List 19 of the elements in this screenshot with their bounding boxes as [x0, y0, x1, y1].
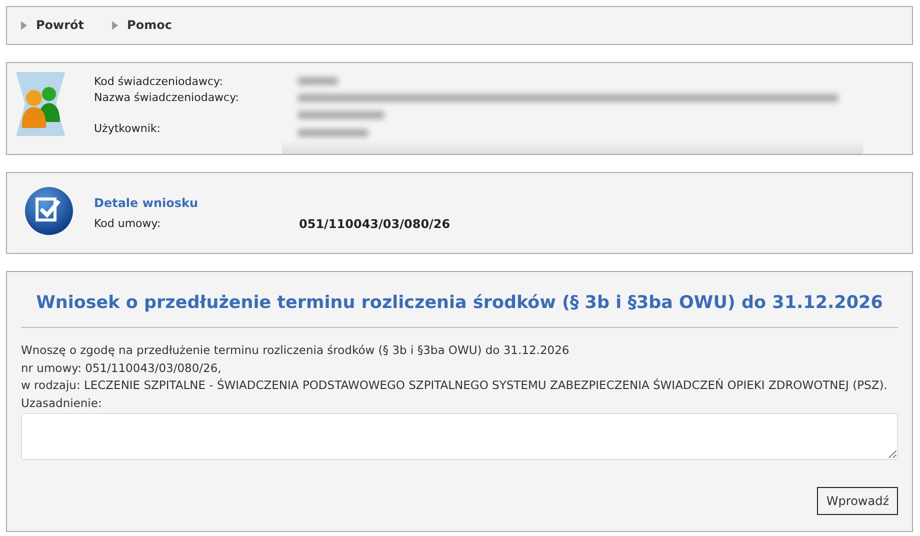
triangle-icon [112, 20, 118, 30]
request-text: Uzasadnienie: [21, 394, 102, 412]
field-label: Kod świadczeniodawcy: [94, 74, 224, 90]
request-text: nr umowy: 051/110043/03/080/26, [21, 360, 222, 376]
nav-link[interactable]: Pomoc [112, 18, 172, 32]
triangle-icon [21, 20, 27, 30]
field-label: Kod umowy: [94, 216, 162, 232]
users-icon [16, 72, 65, 136]
field-value: 051/110043/03/080/26 [299, 216, 450, 232]
request-text: w rodzaju: LECZENIE SZPITALNE - ŚWIADCZENIA PODSTAWOWEGO SZPITALNEGO SYSTEMU ZABEZPIECZENIA ŚWIADCZEŃ OPIEKI ZDROWOTNEJ (PSZ). [21, 377, 888, 394]
request-title: Wniosek o przedłużenie terminu rozliczenia środków (§ 3b i §3ba OWU) do 31.12.2026 [21, 272, 898, 328]
nav-link[interactable]: Powrót [21, 18, 84, 32]
section-title: Detale wniosku [94, 196, 200, 212]
field-label: Użytkownik: [94, 121, 162, 137]
submit-button[interactable]: Wprowadź [817, 487, 898, 515]
request-text: Wnoszę o zgodę na przedłużenie terminu rozliczenia środków (§ 3b i §3ba OWU) do 31.12.2026 [21, 342, 570, 359]
field-label: Nazwa świadczeniodawcy: [94, 90, 240, 106]
checkbox-icon [25, 187, 73, 235]
justification-field[interactable] [21, 413, 898, 460]
